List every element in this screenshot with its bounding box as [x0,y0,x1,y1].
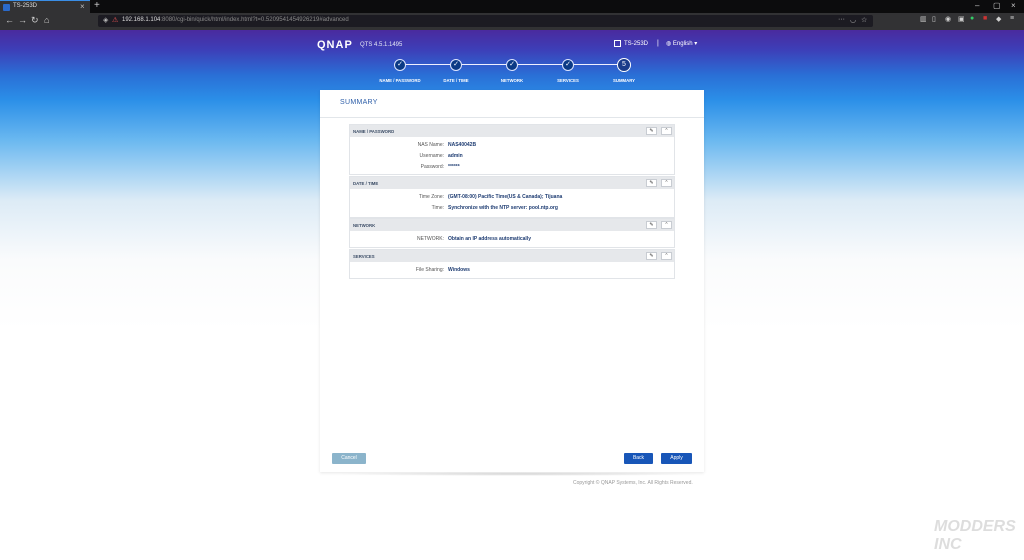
step-label-summary: SUMMARY [612,78,636,83]
step-services-check-icon: ✓ [562,59,574,71]
row-value: (GMT-08:00) Pacific Time(US & Canada); T… [448,194,563,200]
tab-close-icon[interactable]: × [80,2,85,11]
nas-device-icon [614,40,621,47]
step-label-name-password: NAME / PASSWORD [379,78,421,83]
home-icon[interactable]: ⌂ [44,15,49,25]
apply-button[interactable]: Apply [661,453,692,464]
panel-title: SUMMARY [340,99,378,106]
edit-icon[interactable]: ✎ [646,221,657,229]
copyright-text: Copyright © QNAP Systems, Inc. All Right… [573,480,693,486]
row-label: File Sharing: [415,267,444,273]
forward-arrow-icon[interactable]: → [18,15,27,25]
library-icon[interactable]: ▥ [920,15,927,23]
language-selector[interactable]: ◍ English ▾ [666,40,697,47]
section-date-time: DATE / TIME ✎ ⌃ Time Zone: (GMT-08:00) P… [349,176,675,218]
row-value: Windows [448,267,470,273]
summary-panel: SUMMARY NAME / PASSWORD ✎ ⌃ NAS Name: NA… [320,90,704,472]
reload-icon[interactable]: ↻ [31,15,39,26]
section-name-password: NAME / PASSWORD ✎ ⌃ NAS Name: NAS40042B … [349,124,675,175]
row-value: Synchronize with the NTP server: pool.nt… [448,205,558,211]
step-date-time-check-icon: ✓ [450,59,462,71]
section-title: NAME / PASSWORD [353,129,395,134]
section-header: NETWORK ✎ ⌃ [350,219,674,231]
browser-tab[interactable]: TS-253D × [0,0,90,13]
extension-red-icon[interactable]: ■ [983,15,987,22]
extension-icon[interactable]: ▣ [958,15,965,23]
section-title: DATE / TIME [353,181,379,186]
url-path: :8080/cgi-bin/quick/html/index.html?t=0.… [160,17,349,23]
step-label-network: NETWORK [500,78,524,83]
nas-model-label: TS-253D [624,40,649,47]
step-network-check-icon: ✓ [506,59,518,71]
window-close-icon[interactable]: × [1011,1,1016,10]
row-value: admin [448,153,463,159]
section-header: DATE / TIME ✎ ⌃ [350,177,674,189]
back-arrow-icon[interactable]: ← [5,15,14,25]
extension-green-icon[interactable]: ● [970,15,974,22]
step-summary-number: 5 [617,58,631,72]
panel-shadow [336,472,702,476]
shield-icon[interactable]: ◈ [103,16,108,24]
new-tab-icon[interactable]: + [94,0,100,11]
row-label: Password: [420,164,444,170]
url-bar[interactable]: ◈ ⚠ 192.168.1.104:8080/cgi-bin/quick/htm… [98,15,873,27]
language-label: English [672,41,693,47]
cancel-button[interactable]: Cancel [332,453,366,464]
row-label: NAS Name: [417,142,444,148]
edit-icon[interactable]: ✎ [646,127,657,135]
step-label-services: SERVICES [557,78,579,83]
row-label: NETWORK: [417,236,444,242]
row-value: NAS40042B [448,142,477,148]
back-button[interactable]: Back [624,453,653,464]
section-title: NETWORK [353,223,376,228]
nas-model: TS-253D [614,40,648,47]
favicon-icon [3,4,10,11]
qnap-logo: QNAP [317,39,353,51]
extension-blue-icon[interactable]: ◆ [996,15,1001,23]
section-header: NAME / PASSWORD ✎ ⌃ [350,125,674,137]
sidebar-icon[interactable]: ▯ [932,15,936,23]
section-network: NETWORK ✎ ⌃ NETWORK: Obtain an IP addres… [349,218,675,248]
collapse-icon[interactable]: ⌃ [661,221,672,229]
row-label: Username: [419,153,444,159]
section-title: SERVICES [353,254,375,259]
insecure-lock-icon[interactable]: ⚠ [112,16,118,24]
maximize-icon[interactable]: ▢ [993,1,1001,10]
tab-title: TS-253D [13,3,38,9]
row-label: Time Zone: [418,194,444,200]
account-icon[interactable]: ◉ [945,15,951,23]
page-actions-icon[interactable]: ··· [838,16,845,23]
panel-divider [320,117,704,118]
browser-tabbar: TS-253D × + – ▢ × [0,0,1024,13]
row-label: Time: [431,205,444,211]
bookmark-star-icon[interactable]: ☆ [861,16,867,24]
row-value: ****** [448,164,460,170]
header-separator: | [657,40,659,47]
browser-navbar: ← → ↻ ⌂ ◈ ⚠ 192.168.1.104:8080/cgi-bin/q… [0,13,1024,30]
watermark-logo: MODDERS INC [934,518,1016,553]
row-value: Obtain an IP address automatically [448,236,531,242]
minimize-icon[interactable]: – [975,1,979,10]
menu-icon[interactable]: ≡ [1010,15,1014,22]
collapse-icon[interactable]: ⌃ [661,252,672,260]
collapse-icon[interactable]: ⌃ [661,127,672,135]
qts-version: QTS 4.5.1.1495 [360,42,403,48]
collapse-icon[interactable]: ⌃ [661,179,672,187]
url-host: 192.168.1.104 [122,17,161,23]
pocket-icon[interactable]: ◡ [850,16,856,24]
edit-icon[interactable]: ✎ [646,179,657,187]
edit-icon[interactable]: ✎ [646,252,657,260]
url-text: 192.168.1.104:8080/cgi-bin/quick/html/in… [122,17,349,23]
chevron-down-icon: ▾ [694,41,698,47]
step-label-date-time: DATE / TIME [443,78,469,83]
step-name-password-check-icon: ✓ [394,59,406,71]
section-services: SERVICES ✎ ⌃ File Sharing: Windows [349,249,675,279]
globe-icon: ◍ [666,41,672,47]
section-header: SERVICES ✎ ⌃ [350,250,674,262]
